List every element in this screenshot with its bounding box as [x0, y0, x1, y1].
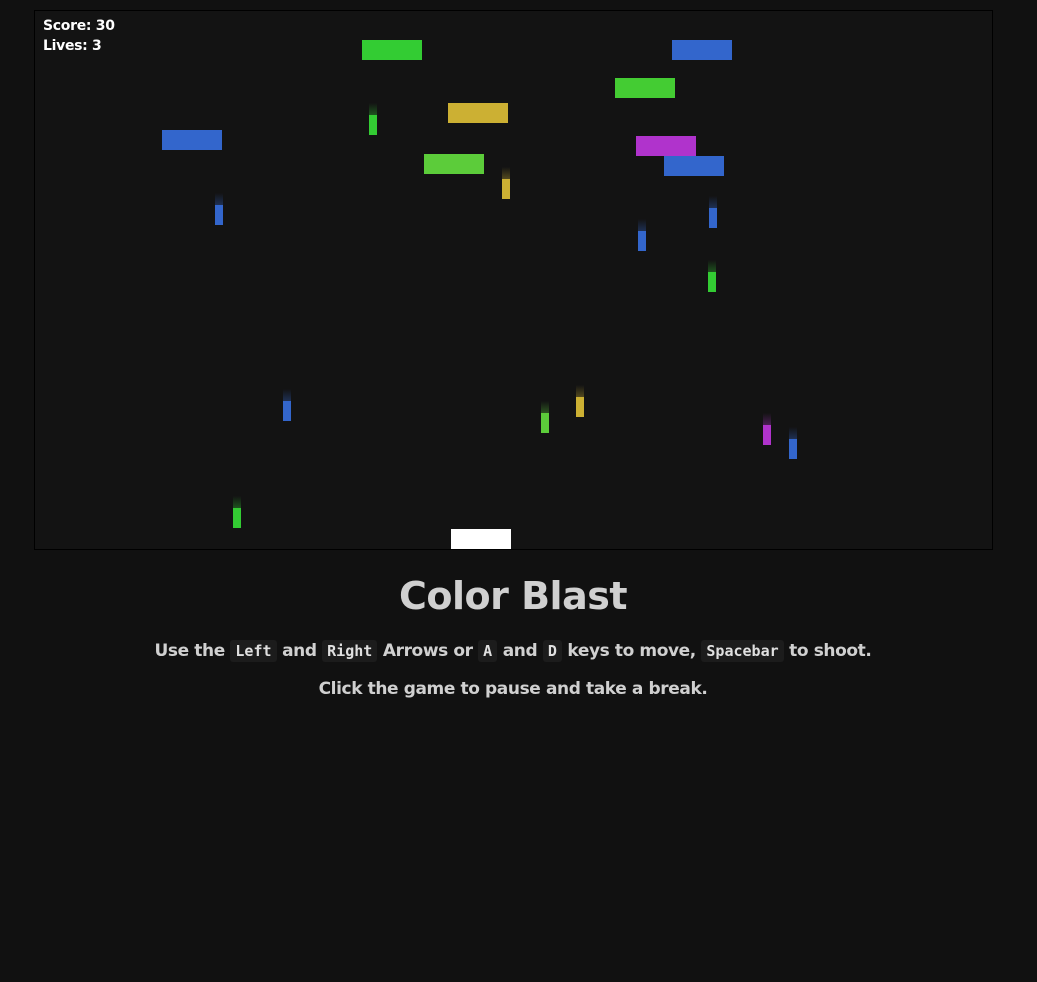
instructions-text: Arrows or	[382, 641, 473, 661]
enemy-bullet-green	[369, 103, 377, 135]
enemy-bullet-yellow	[502, 167, 510, 199]
enemy-bullet-blue	[283, 389, 291, 421]
score-display: Score: 30	[43, 18, 115, 34]
enemy-bullet-yellow	[576, 385, 584, 417]
instructions-text: and	[282, 641, 317, 661]
key-right: Right	[322, 640, 378, 662]
instructions-text: keys to move,	[567, 641, 696, 661]
player-paddle	[451, 529, 511, 549]
enemy-bullet-lime	[541, 401, 549, 433]
enemy-block-yellow	[448, 103, 508, 123]
enemy-block-blue	[664, 156, 724, 176]
enemy-block-blue	[672, 40, 732, 60]
enemy-block-lime	[424, 154, 484, 174]
enemy-block-magenta	[636, 136, 696, 156]
pause-hint: Click the game to pause and take a break…	[318, 679, 708, 699]
enemy-bullet-blue	[215, 193, 223, 225]
enemy-bullet-blue	[709, 196, 717, 228]
enemy-block-green	[615, 78, 675, 98]
enemy-bullet-magenta	[763, 413, 771, 445]
key-a: A	[478, 640, 498, 662]
instructions-text: to shoot.	[789, 641, 872, 661]
instructions-text: Use the	[154, 641, 226, 661]
game-canvas[interactable]: Score: 30 Lives: 3	[34, 10, 993, 550]
instructions: Use the Left and Right Arrows or A and D…	[0, 640, 1026, 662]
enemy-bullet-green	[233, 496, 241, 528]
instructions-text: and	[502, 641, 538, 661]
enemy-bullet-blue	[638, 219, 646, 251]
enemy-block-green	[362, 40, 422, 60]
key-spacebar: Spacebar	[701, 640, 784, 662]
key-d: D	[542, 640, 562, 662]
page-title: Color Blast	[398, 574, 628, 618]
enemy-bullet-blue	[789, 427, 797, 459]
enemy-block-blue	[162, 130, 222, 150]
lives-display: Lives: 3	[43, 38, 102, 54]
enemy-bullet-green	[708, 260, 716, 292]
key-left: Left	[230, 640, 277, 662]
